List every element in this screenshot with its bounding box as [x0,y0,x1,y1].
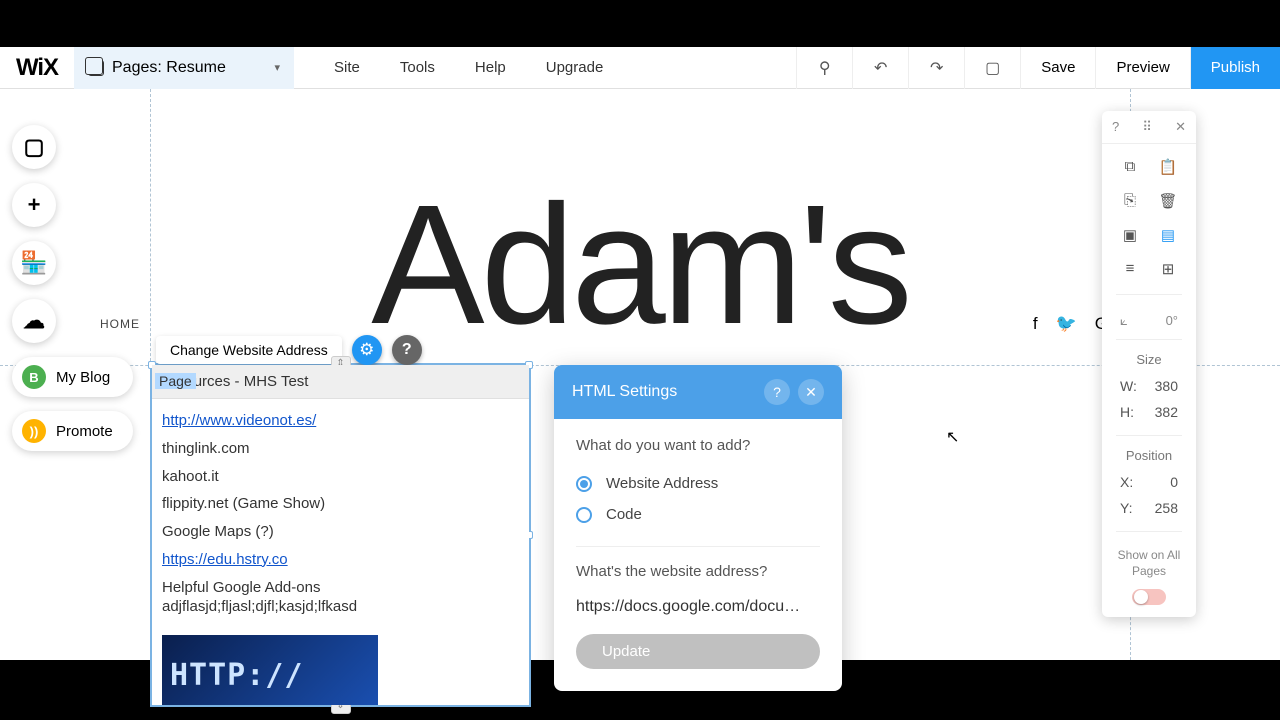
menu-tools[interactable]: Tools [400,59,435,76]
page-tag: Page [155,373,196,389]
html-settings-dialog: HTML Settings ? ✕ What do you want to ad… [554,365,842,691]
angle-icon[interactable]: ⟀ [1120,313,1128,329]
undo-icon[interactable]: ↶ [852,47,908,89]
align-icon[interactable]: ≡ [1120,260,1140,278]
selected-html-frame[interactable]: Change Website Address ⚙ ? ⇕ ⇕ Page ResR… [150,363,531,707]
position-label: Position [1102,446,1196,469]
settings-icon[interactable]: ⚙ [352,335,382,365]
rail-add-icon[interactable]: + [12,183,56,227]
line-gibberish: adjflasjd;fljasl;djfl;kasjd;lfkasd [162,593,519,621]
duplicate-icon[interactable]: ⎘ [1120,192,1140,210]
panel-close-icon[interactable]: ✕ [1175,119,1186,135]
chevron-down-icon: ▾ [274,61,280,74]
dialog-prompt: What do you want to add? [576,437,820,454]
paste-icon[interactable]: 📋 [1158,158,1178,176]
menu-site[interactable]: Site [334,59,360,76]
social-icons: f 🐦 G [1033,314,1108,334]
size-label: Size [1102,350,1196,373]
show-all-pages-label: Show on All Pages [1102,542,1196,585]
tools-panel[interactable]: ? ⠿ ✕ ⧉ 📋 ⎘ 🗑 ▣ ▤ ≡ ⊞ ⟀0° Size W:380 H:3… [1102,111,1196,617]
my-blog-button[interactable]: B My Blog [12,357,133,397]
cursor: ↖ [946,427,959,447]
front-icon[interactable]: ▤ [1158,226,1178,244]
pages-dropdown[interactable]: Pages: Resume ▾ [74,47,294,89]
radio-website-address[interactable]: Website Address [576,468,820,499]
publish-button[interactable]: Publish [1190,47,1280,89]
frame-toolbar: Change Website Address ⚙ ? [156,335,422,365]
line-thinglink: thinglink.com [162,435,519,463]
rail-layouts-icon[interactable]: ▢ [12,125,56,169]
save-button[interactable]: Save [1020,47,1095,89]
back-icon[interactable]: ▣ [1120,226,1140,244]
radio-icon [576,507,592,523]
twitter-icon[interactable]: 🐦 [1056,314,1077,334]
page-title[interactable]: Adam's [371,167,909,363]
show-all-toggle[interactable] [1132,589,1166,605]
promote-button[interactable]: )) Promote [12,411,133,451]
iframe-content: Page ResResources - MHS Test http://www.… [152,365,529,705]
update-button[interactable]: Update [576,634,820,669]
doc-header: Page ResResources - MHS Test [152,365,529,399]
menu-upgrade[interactable]: Upgrade [546,59,604,76]
link-hstry[interactable]: https://edu.hstry.co [162,551,288,568]
dialog-header[interactable]: HTML Settings ? ✕ [554,365,842,419]
link-videonotes[interactable]: http://www.videonot.es/ [162,412,316,429]
redo-icon[interactable]: ↷ [908,47,964,89]
x-value[interactable]: 0 [1170,474,1178,490]
search-icon[interactable]: ⚲ [796,47,852,89]
pages-label: Pages: Resume [112,59,226,77]
radio-code[interactable]: Code [576,499,820,530]
http-image: HTTP:// [162,635,378,705]
distribute-icon[interactable]: ⊞ [1158,260,1178,278]
height-value[interactable]: 382 [1155,404,1178,420]
dialog-close-icon[interactable]: ✕ [798,379,824,405]
y-value[interactable]: 258 [1155,500,1178,516]
angle-value: 0° [1166,313,1178,329]
canvas[interactable]: Adam's HOME f 🐦 G Change Website Address… [0,89,1280,660]
help-icon[interactable]: ? [392,335,422,365]
facebook-icon[interactable]: f [1033,314,1038,334]
radio-icon-checked [576,476,592,492]
separator [576,546,820,547]
dialog-help-icon[interactable]: ? [764,379,790,405]
panel-help-icon[interactable]: ? [1112,119,1119,135]
wix-logo[interactable]: WiX [0,54,74,82]
mobile-icon[interactable]: ▢ [964,47,1020,89]
line-kahoot: kahoot.it [162,463,519,491]
width-value[interactable]: 380 [1155,378,1178,394]
rail-upload-icon[interactable]: ☁ [12,299,56,343]
copy-icon[interactable]: ⧉ [1120,158,1140,176]
panel-drag-icon[interactable]: ⠿ [1142,119,1152,135]
change-address-button[interactable]: Change Website Address [156,336,342,364]
url-input[interactable]: https://docs.google.com/docu… [576,594,820,634]
delete-icon[interactable]: 🗑 [1158,192,1178,210]
dialog-title: HTML Settings [572,383,677,401]
line-gmaps: Google Maps (?) [162,518,519,546]
promote-icon: )) [22,419,46,443]
pages-icon [88,60,104,76]
menu-help[interactable]: Help [475,59,506,76]
line-flippity: flippity.net (Game Show) [162,490,519,518]
preview-button[interactable]: Preview [1095,47,1189,89]
blog-icon: B [22,365,46,389]
rail-market-icon[interactable]: 🏪 [12,241,56,285]
url-prompt: What's the website address? [576,563,820,580]
left-rail: ▢ + 🏪 ☁ B My Blog )) Promote [12,125,133,451]
top-menu: Site Tools Help Upgrade [294,59,643,76]
topbar: WiX Pages: Resume ▾ Site Tools Help Upgr… [0,47,1280,89]
